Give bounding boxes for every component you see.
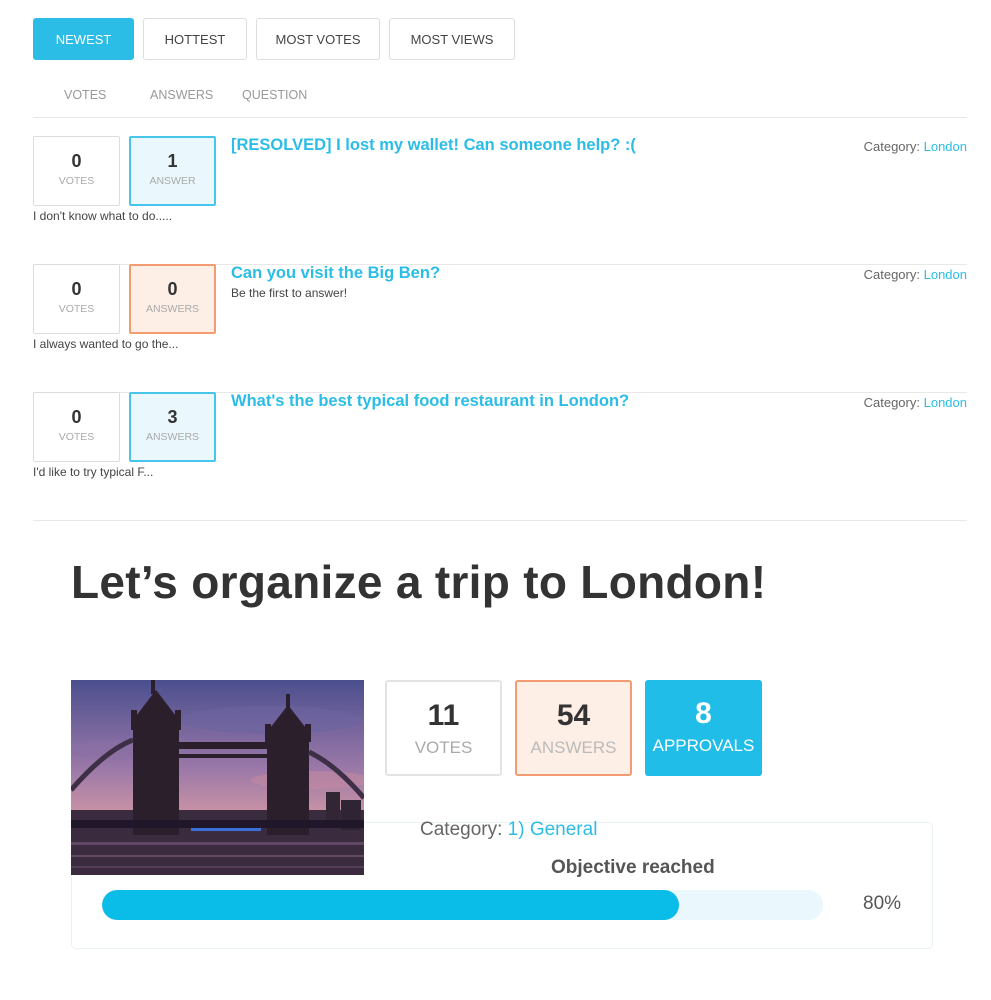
category-label: Category: <box>863 395 920 410</box>
tab-newest[interactable]: NEWEST <box>33 18 134 60</box>
question-row: 0 VOTES 3 ANSWERS What's the best typica… <box>33 392 967 521</box>
answers-stat: 54 ANSWERS <box>515 680 632 776</box>
approvals-stat-label: APPROVALS <box>652 736 755 755</box>
question-title-link[interactable]: [RESOLVED] I lost my wallet! Can someone… <box>231 136 636 155</box>
category-link[interactable]: London <box>924 395 967 410</box>
votes-stat: 11 VOTES <box>385 680 502 776</box>
approvals-stat: 8 APPROVALS <box>645 680 762 776</box>
answers-stat-number: 54 <box>556 699 591 732</box>
votes-box: 0 VOTES <box>33 392 120 462</box>
answers-count: 3 <box>167 407 178 427</box>
answers-label: ANSWER <box>149 175 196 187</box>
votes-label: VOTES <box>58 431 95 443</box>
votes-label: VOTES <box>58 303 95 315</box>
featured-category: Category: 1) General <box>420 819 597 841</box>
answers-label: ANSWERS <box>145 431 200 443</box>
approvals-stat-number: 8 <box>695 697 712 730</box>
answers-count: 1 <box>167 151 178 171</box>
featured-category-label: Category: <box>420 819 503 840</box>
votes-label: VOTES <box>58 175 95 187</box>
featured-title: Let’s organize a trip to London! <box>71 556 767 608</box>
tab-most-votes[interactable]: MOST VOTES <box>256 18 380 60</box>
answers-count: 0 <box>167 279 178 299</box>
question-title-link[interactable]: Can you visit the Big Ben? <box>231 264 440 283</box>
votes-box: 0 VOTES <box>33 264 120 334</box>
question-category: Category: London <box>864 139 967 154</box>
category-link[interactable]: London <box>924 139 967 154</box>
question-subtitle: Be the first to answer! <box>231 286 348 300</box>
category-label: Category: <box>863 139 920 154</box>
answers-stat-label: ANSWERS <box>530 738 617 757</box>
votes-stat-label: VOTES <box>414 738 473 757</box>
votes-stat-number: 11 <box>427 699 460 732</box>
category-link[interactable]: London <box>924 267 967 282</box>
category-label: Category: <box>863 267 920 282</box>
progress-bar <box>102 890 823 920</box>
question-category: Category: London <box>864 395 967 410</box>
question-excerpt: I always wanted to go the... <box>33 337 179 351</box>
answers-box: 1 ANSWER <box>129 136 216 206</box>
sort-tabs: NEWEST HOTTEST MOST VOTES MOST VIEWS <box>33 18 524 60</box>
question-title-link[interactable]: What's the best typical food restaurant … <box>231 392 629 411</box>
votes-count: 0 <box>71 279 82 299</box>
header-question: QUESTION <box>242 88 308 102</box>
question-row: 0 VOTES 1 ANSWER [RESOLVED] I lost my wa… <box>33 136 967 265</box>
answers-box: 3 ANSWERS <box>129 392 216 462</box>
question-row: 0 VOTES 0 ANSWERS Can you visit the Big … <box>33 264 967 393</box>
list-headers: VOTES ANSWERS QUESTION <box>33 88 967 118</box>
question-excerpt: I don't know what to do..... <box>33 209 173 223</box>
answers-label: ANSWERS <box>145 303 200 315</box>
featured-category-link[interactable]: 1) General <box>508 819 598 840</box>
votes-count: 0 <box>71 407 82 427</box>
votes-box: 0 VOTES <box>33 136 120 206</box>
objective-label: Objective reached <box>551 857 715 878</box>
tower-bridge-image <box>71 680 364 875</box>
progress-bar-fill <box>102 890 679 920</box>
progress-percent: 80% <box>863 893 902 914</box>
question-excerpt: I'd like to try typical F... <box>33 465 154 479</box>
question-category: Category: London <box>864 267 967 282</box>
tower-bridge-photo <box>71 680 364 875</box>
votes-count: 0 <box>71 151 82 171</box>
header-votes: VOTES <box>64 88 107 102</box>
answers-box: 0 ANSWERS <box>129 264 216 334</box>
tab-hottest[interactable]: HOTTEST <box>143 18 247 60</box>
header-answers: ANSWERS <box>150 88 214 102</box>
tab-most-views[interactable]: MOST VIEWS <box>389 18 515 60</box>
